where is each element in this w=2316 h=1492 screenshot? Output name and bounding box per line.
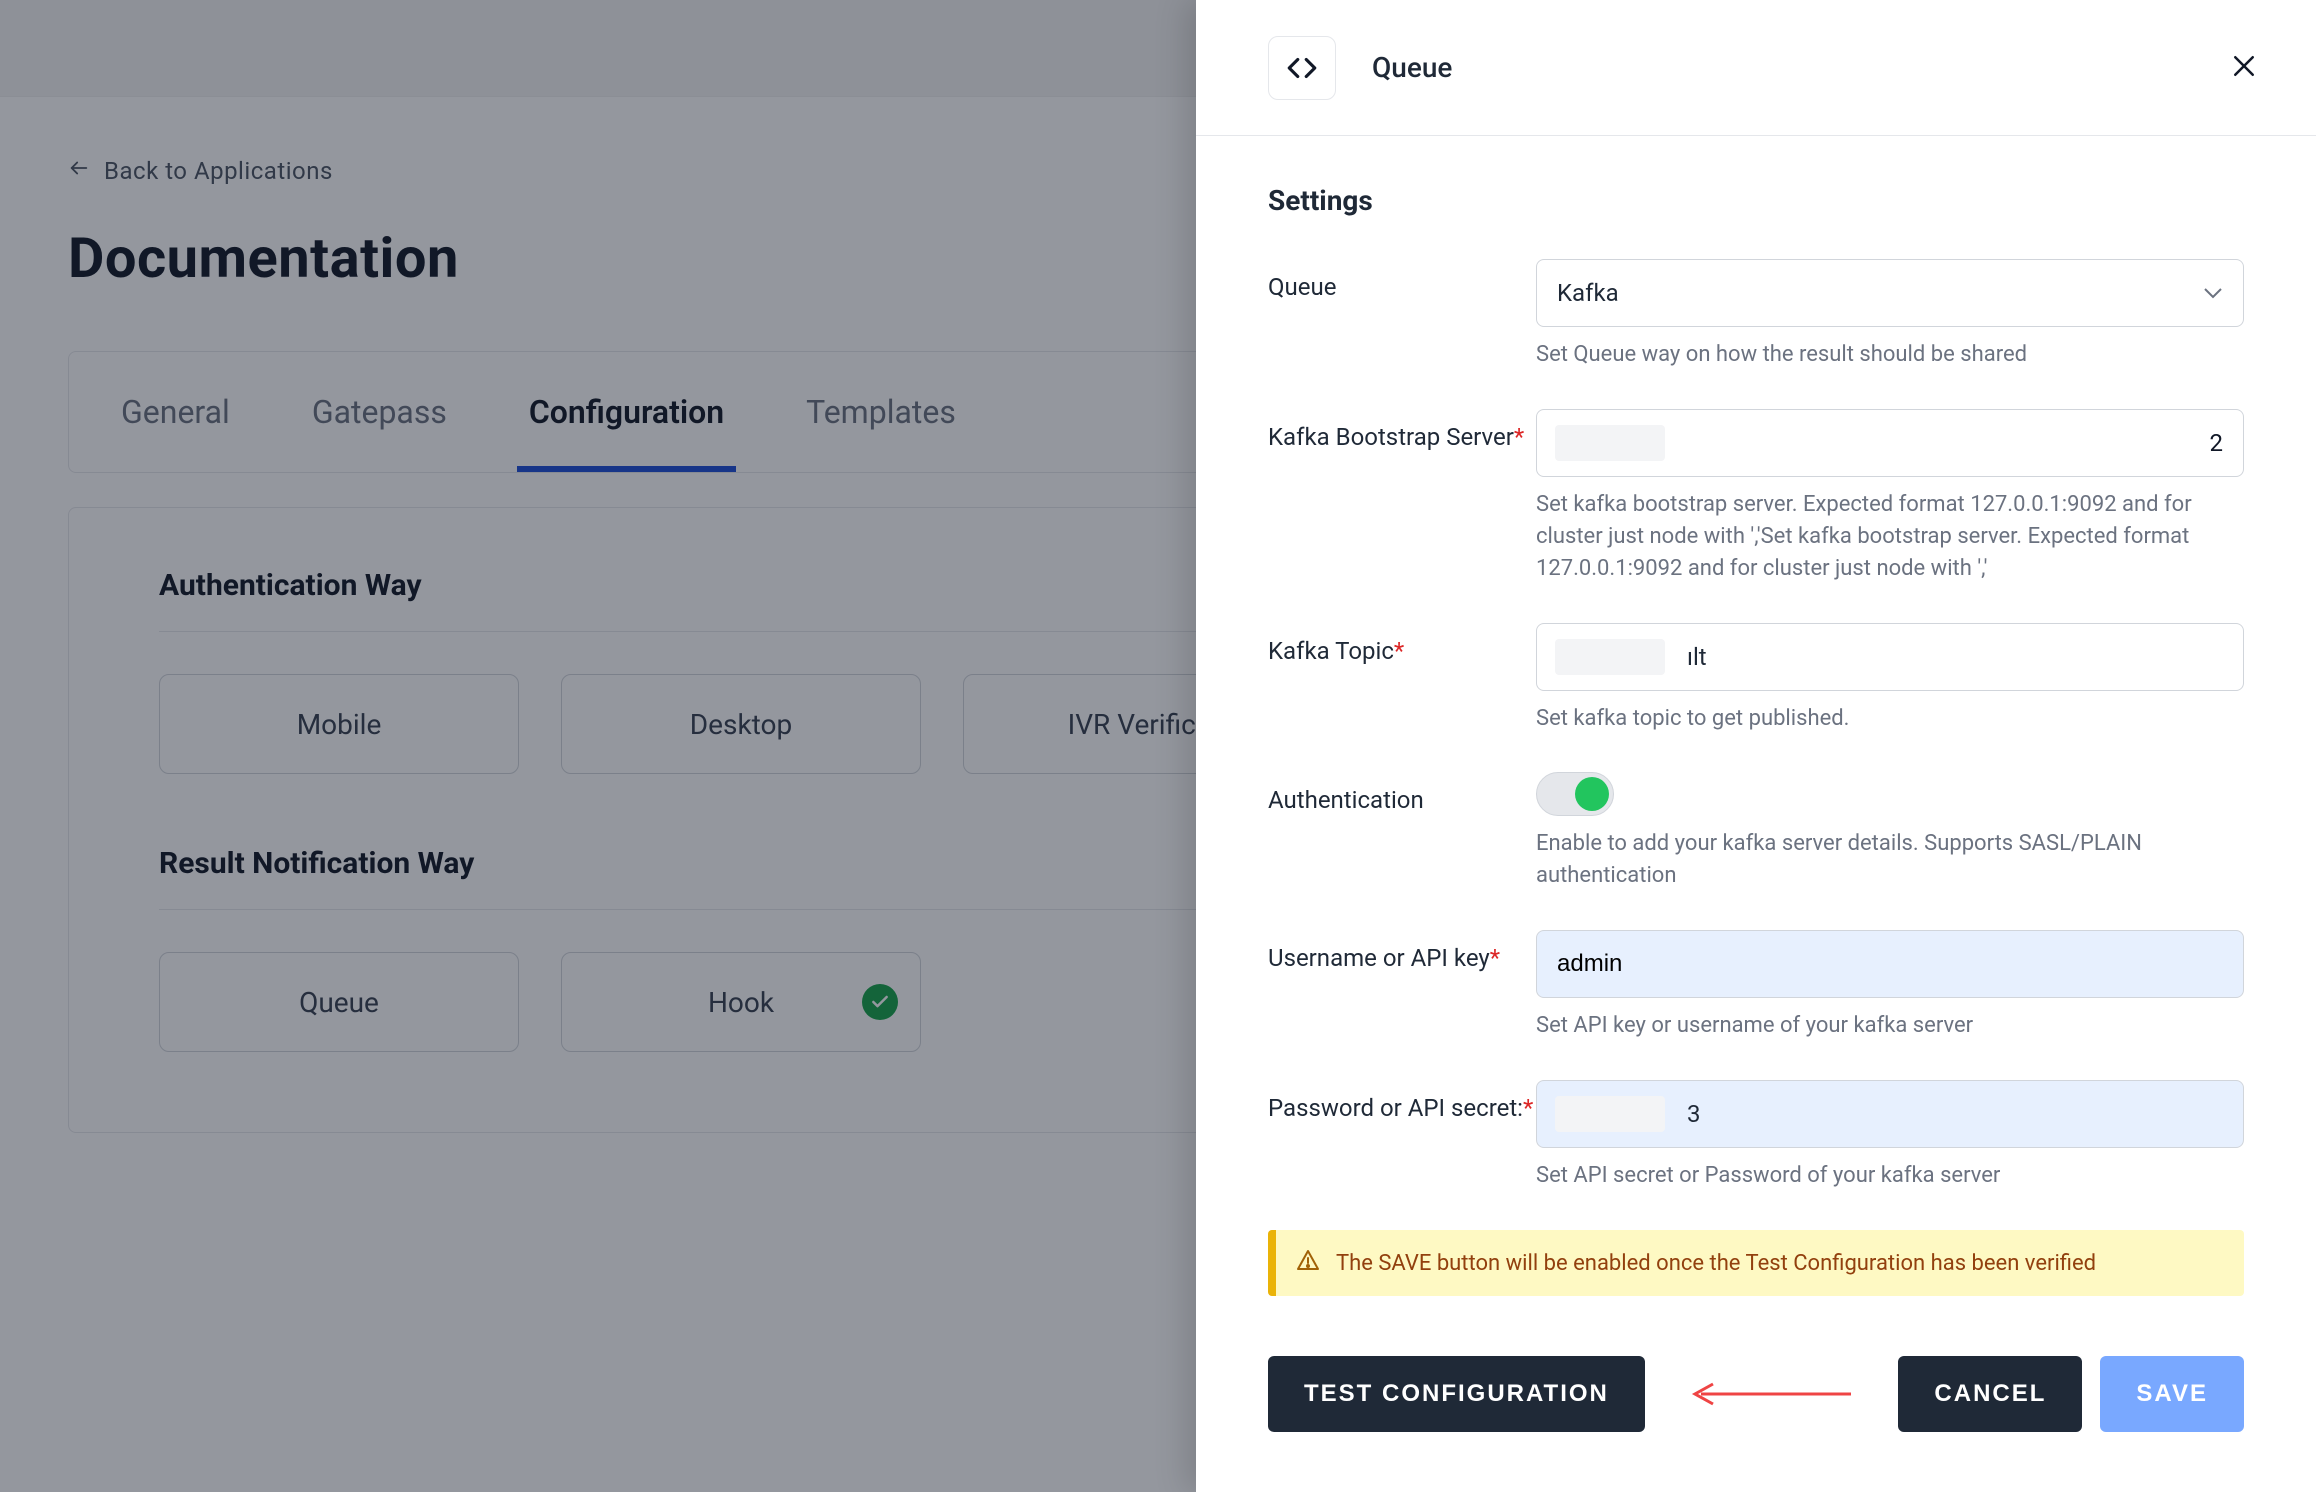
row-queue: Queue Kafka Set Queue way on how the res… bbox=[1268, 259, 2244, 371]
label-topic: Kafka Topic* bbox=[1268, 623, 1536, 665]
chevron-down-icon bbox=[2203, 279, 2223, 307]
warning-icon bbox=[1296, 1248, 1320, 1278]
settings-heading: Settings bbox=[1268, 184, 2244, 217]
queue-select[interactable]: Kafka bbox=[1536, 259, 2244, 327]
bootstrap-value-tail: 2 bbox=[2210, 429, 2224, 457]
masked-value-icon bbox=[1555, 639, 1665, 675]
banner-text: The SAVE button will be enabled once the… bbox=[1336, 1251, 2096, 1276]
username-field[interactable] bbox=[1557, 931, 2223, 997]
drawer-body: Settings Queue Kafka Set Queue way on ho… bbox=[1196, 136, 2316, 1306]
bootstrap-input[interactable]: 2 bbox=[1536, 409, 2244, 477]
drawer-footer: TEST CONFIGURATION CANCEL SAVE bbox=[1196, 1306, 2316, 1492]
topic-input[interactable]: ılt bbox=[1536, 623, 2244, 691]
username-input[interactable] bbox=[1536, 930, 2244, 998]
code-icon bbox=[1268, 36, 1336, 100]
password-value-tail: 3 bbox=[1687, 1100, 1701, 1128]
close-icon bbox=[2229, 51, 2259, 85]
cancel-button[interactable]: CANCEL bbox=[1898, 1356, 2082, 1432]
helper-password: Set API secret or Password of your kafka… bbox=[1536, 1160, 2244, 1192]
label-username: Username or API key* bbox=[1268, 930, 1536, 972]
label-password: Password or API secret:* bbox=[1268, 1080, 1536, 1122]
label-bootstrap: Kafka Bootstrap Server* bbox=[1268, 409, 1536, 451]
helper-username: Set API key or username of your kafka se… bbox=[1536, 1010, 2244, 1042]
helper-topic: Set kafka topic to get published. bbox=[1536, 703, 2244, 735]
row-auth: Authentication Enable to add your kafka … bbox=[1268, 772, 2244, 892]
helper-queue: Set Queue way on how the result should b… bbox=[1536, 339, 2244, 371]
row-bootstrap: Kafka Bootstrap Server* 2 Set kafka boot… bbox=[1268, 409, 2244, 585]
row-password: Password or API secret:* 3 Set API secre… bbox=[1268, 1080, 2244, 1192]
annotation-arrow-icon bbox=[1683, 1381, 1853, 1407]
masked-value-icon bbox=[1555, 425, 1665, 461]
helper-auth: Enable to add your kafka server details.… bbox=[1536, 828, 2244, 892]
row-username: Username or API key* Set API key or user… bbox=[1268, 930, 2244, 1042]
auth-toggle[interactable] bbox=[1536, 772, 1614, 816]
queue-drawer: Queue Settings Queue Kafka bbox=[1196, 0, 2316, 1492]
password-input[interactable]: 3 bbox=[1536, 1080, 2244, 1148]
test-configuration-button[interactable]: TEST CONFIGURATION bbox=[1268, 1356, 1645, 1432]
close-button[interactable] bbox=[2222, 46, 2266, 90]
helper-bootstrap: Set kafka bootstrap server. Expected for… bbox=[1536, 489, 2244, 585]
label-auth: Authentication bbox=[1268, 772, 1536, 814]
save-disabled-banner: The SAVE button will be enabled once the… bbox=[1268, 1230, 2244, 1296]
row-topic: Kafka Topic* ılt Set kafka topic to get … bbox=[1268, 623, 2244, 735]
label-queue: Queue bbox=[1268, 259, 1536, 301]
queue-select-value: Kafka bbox=[1557, 279, 1619, 307]
save-button[interactable]: SAVE bbox=[2100, 1356, 2244, 1432]
toggle-knob bbox=[1575, 777, 1609, 811]
drawer-title: Queue bbox=[1372, 51, 1452, 84]
masked-value-icon bbox=[1555, 1096, 1665, 1132]
topic-value-tail: ılt bbox=[1687, 643, 1707, 671]
drawer-header: Queue bbox=[1196, 0, 2316, 136]
